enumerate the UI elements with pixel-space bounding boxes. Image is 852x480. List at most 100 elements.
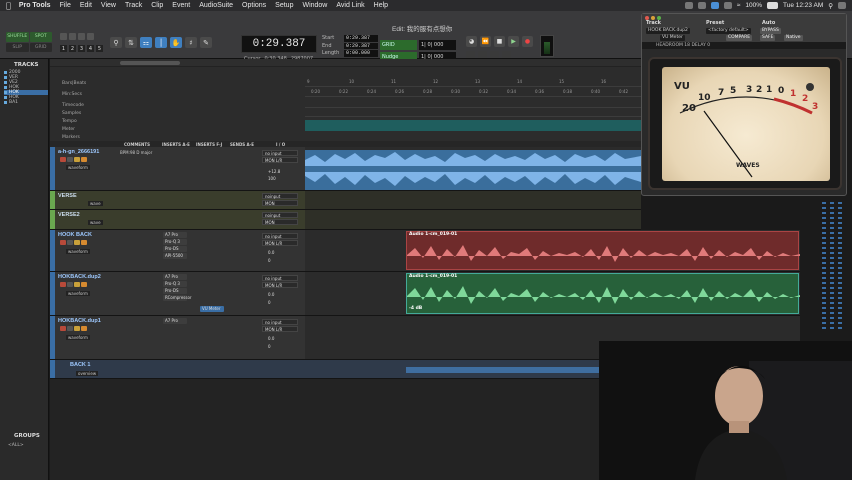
track-name[interactable]: HOKBACK.dup2 bbox=[58, 274, 101, 280]
table-row[interactable]: HOKBACK.dup1 waveform A7 Pro no input MON… bbox=[50, 316, 305, 360]
menu-file[interactable]: File bbox=[60, 2, 71, 9]
zoom-preset-button[interactable]: 4 bbox=[87, 45, 94, 52]
battery-icon[interactable] bbox=[767, 2, 778, 9]
main-counter[interactable]: 0:29.387 bbox=[241, 35, 317, 53]
audio-clip-blue[interactable] bbox=[305, 150, 641, 190]
spot-mode-button[interactable]: SPOT bbox=[29, 32, 52, 42]
track-lane[interactable] bbox=[305, 147, 641, 191]
output-selector[interactable]: MON L/R bbox=[262, 240, 298, 246]
ruler-label[interactable]: Tempo bbox=[62, 119, 77, 124]
clip-gain-readout[interactable]: -4 dB bbox=[409, 306, 422, 311]
volume-readout[interactable]: 0.0 bbox=[268, 292, 274, 297]
status-icon[interactable] bbox=[684, 2, 693, 9]
track-comment[interactable]: BPM:98 D major bbox=[118, 150, 154, 155]
ruler-label[interactable]: Min:Secs bbox=[62, 92, 82, 97]
start-field[interactable]: 0:29.387 bbox=[344, 35, 378, 42]
safe-button[interactable]: SAFE bbox=[760, 35, 776, 41]
zoom-preset-button[interactable]: 3 bbox=[78, 45, 85, 52]
insert-slot[interactable]: API-5500 bbox=[163, 253, 187, 259]
insert-slot[interactable]: Pro-DS bbox=[163, 246, 187, 252]
input-selector[interactable]: no input bbox=[262, 319, 298, 325]
zoom-out-icon[interactable] bbox=[60, 33, 67, 40]
input-selector[interactable]: no input bbox=[262, 233, 298, 239]
insert-slot-vu-meter[interactable]: VU Meter bbox=[200, 306, 224, 312]
length-field[interactable]: 0:00.000 bbox=[344, 50, 378, 57]
audio-clip-red[interactable]: Audio 1-cm_019-01 bbox=[406, 231, 800, 270]
groups-all-item[interactable]: <ALL> bbox=[8, 443, 24, 448]
track-view-selector[interactable]: waveform bbox=[66, 291, 90, 296]
tempo-ruler[interactable] bbox=[305, 120, 641, 131]
menu-event[interactable]: Event bbox=[172, 2, 190, 9]
output-selector[interactable]: MON bbox=[262, 200, 298, 206]
insert-slot[interactable]: RCompressor bbox=[163, 295, 192, 301]
input-selector[interactable]: noinput bbox=[262, 212, 298, 218]
plugin-selector[interactable]: VU Meter bbox=[660, 35, 685, 41]
zoomer-tool-icon[interactable]: ⚲ bbox=[110, 37, 122, 48]
table-row[interactable]: VERSE2 wave noinput MON bbox=[50, 210, 305, 230]
track-name[interactable]: VERSE bbox=[58, 193, 77, 199]
smart-tool-icon[interactable]: ⚏ bbox=[140, 37, 152, 48]
mute-button[interactable] bbox=[81, 326, 87, 331]
ruler-label[interactable]: Timecode bbox=[62, 103, 84, 108]
menu-audiosuite[interactable]: AudioSuite bbox=[199, 2, 233, 9]
online-icon[interactable]: ◕ bbox=[466, 36, 477, 47]
record-enable-button[interactable] bbox=[60, 326, 66, 331]
plugin-control-bar[interactable]: HEADROOM 18 DELAY 0 bbox=[642, 42, 846, 49]
insert-slot[interactable]: A7 Pro bbox=[163, 318, 187, 324]
grid-button[interactable]: GRID bbox=[380, 40, 417, 50]
timecode-ruler[interactable] bbox=[305, 100, 641, 108]
bypass-button[interactable]: BYPASS bbox=[760, 28, 781, 34]
pan-readout[interactable]: 0 bbox=[268, 344, 271, 349]
track-lane[interactable]: Audio 1-cm_019-01 bbox=[305, 230, 800, 272]
trim-tool-icon[interactable]: ⇅ bbox=[125, 37, 137, 48]
zoom-preset-button[interactable]: 2 bbox=[69, 45, 76, 52]
menu-edit[interactable]: Edit bbox=[80, 2, 92, 9]
samples-ruler[interactable] bbox=[305, 109, 641, 117]
track-view-selector[interactable]: wave bbox=[88, 201, 103, 206]
pencil-tool-icon[interactable]: ✎ bbox=[200, 37, 212, 48]
volume-readout[interactable]: +12.8 bbox=[268, 169, 280, 174]
solo-button[interactable] bbox=[74, 326, 80, 331]
scrollbar-thumb[interactable] bbox=[120, 61, 180, 65]
record-enable-button[interactable] bbox=[60, 157, 66, 162]
input-monitor-button[interactable] bbox=[67, 240, 73, 245]
zoom-preset-button[interactable]: 5 bbox=[96, 45, 103, 52]
wifi-icon[interactable]: ≈ bbox=[737, 2, 741, 9]
return-to-zero-icon[interactable] bbox=[466, 51, 475, 58]
track-name[interactable]: BACK 1 bbox=[70, 362, 90, 368]
insert-slot[interactable]: A7 Pro bbox=[163, 274, 187, 280]
output-selector[interactable]: MON L/R bbox=[262, 157, 298, 163]
output-selector[interactable]: MON bbox=[262, 219, 298, 225]
input-selector[interactable]: no input bbox=[262, 150, 298, 156]
scrubber-tool-icon[interactable]: ♯ bbox=[185, 37, 197, 48]
clip-overview[interactable] bbox=[406, 367, 599, 373]
input-monitor-button[interactable] bbox=[67, 157, 73, 162]
forward-icon[interactable] bbox=[490, 51, 499, 58]
pan-readout[interactable]: 0 bbox=[268, 300, 271, 305]
menu-clip[interactable]: Clip bbox=[151, 2, 163, 9]
output-selector[interactable]: MON L/R bbox=[262, 326, 298, 332]
pan-readout[interactable]: 100 bbox=[268, 176, 276, 181]
track-lane[interactable] bbox=[305, 191, 641, 210]
mute-button[interactable] bbox=[81, 240, 87, 245]
track-view-selector[interactable]: waveform bbox=[66, 335, 90, 340]
insert-slot[interactable]: A7 Pro bbox=[163, 232, 187, 238]
pan-readout[interactable]: 0 bbox=[268, 258, 271, 263]
record-enable-button[interactable] bbox=[60, 282, 66, 287]
ruler-label[interactable]: Samples bbox=[62, 111, 81, 116]
menu-options[interactable]: Options bbox=[242, 2, 266, 9]
selector-tool-icon[interactable]: │ bbox=[155, 37, 167, 48]
track-name[interactable]: VERSE2 bbox=[58, 212, 80, 218]
menubar-clock[interactable]: Tue 12:23 AM bbox=[783, 2, 823, 9]
menu-track[interactable]: Track bbox=[125, 2, 142, 9]
minsecs-ruler[interactable]: 0:20 0:22 0:24 0:26 0:28 0:30 0:32 0:34 … bbox=[305, 89, 641, 97]
track-name[interactable]: a-h-gn_2666191 bbox=[58, 149, 99, 155]
solo-button[interactable] bbox=[74, 240, 80, 245]
table-row[interactable]: HOOK BACK waveform A7 Pro Pro-Q 3 Pro-DS… bbox=[50, 230, 305, 272]
play-icon[interactable]: ▶ bbox=[508, 36, 519, 47]
status-icon[interactable] bbox=[697, 2, 706, 9]
insert-slot[interactable]: Pro-Q 3 bbox=[163, 239, 187, 245]
menu-view[interactable]: View bbox=[101, 2, 116, 9]
input-monitor-button[interactable] bbox=[67, 282, 73, 287]
bars-ruler[interactable]: 9 10 11 12 13 14 15 16 bbox=[305, 79, 641, 87]
